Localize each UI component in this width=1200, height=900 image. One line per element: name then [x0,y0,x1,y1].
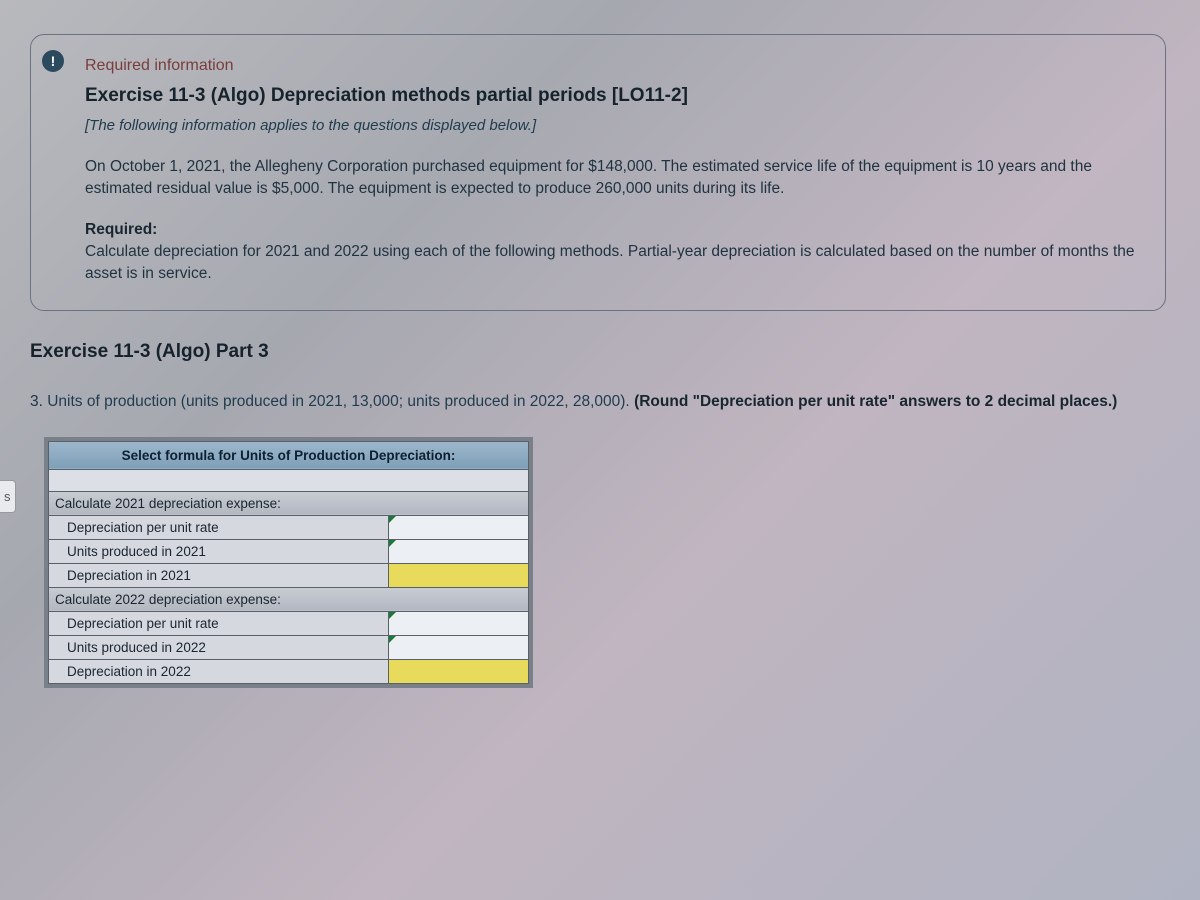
required-label: Required: [85,221,1137,239]
section-2022-header: Calculate 2022 depreciation expense: [49,587,529,611]
instruction-text: [The following information applies to th… [85,117,1137,134]
required-heading: Required information [85,57,1137,75]
problem-body: On October 1, 2021, the Allegheny Corpor… [85,156,1137,201]
input-rate-2022[interactable] [389,611,529,635]
input-units-2021[interactable] [389,539,529,563]
output-dep-2021 [389,563,529,587]
row-label-units-2021: Units produced in 2021 [49,539,389,563]
output-dep-2022 [389,659,529,683]
row-label-rate-2022: Depreciation per unit rate [49,611,389,635]
exercise-title: Exercise 11-3 (Algo) Depreciation method… [85,85,1137,107]
side-tab[interactable]: s [0,480,16,513]
info-icon: ! [42,50,64,72]
input-units-2022[interactable] [389,635,529,659]
answer-table: Select formula for Units of Production D… [44,437,533,688]
formula-input[interactable] [49,469,529,491]
section-2021-header: Calculate 2021 depreciation expense: [49,491,529,515]
row-label-dep-2022: Depreciation in 2022 [49,659,389,683]
required-information-panel: Required information Exercise 11-3 (Algo… [30,34,1166,311]
formula-header: Select formula for Units of Production D… [49,441,529,469]
question-text: 3. Units of production (units produced i… [30,391,1180,413]
round-note: (Round "Depreciation per unit rate" answ… [634,393,1117,410]
row-label-rate-2021: Depreciation per unit rate [49,515,389,539]
required-body: Calculate depreciation for 2021 and 2022… [85,241,1137,286]
question-body: Units of production (units produced in 2… [47,393,634,410]
row-label-dep-2021: Depreciation in 2021 [49,563,389,587]
row-label-units-2022: Units produced in 2022 [49,635,389,659]
part-title: Exercise 11-3 (Algo) Part 3 [30,341,1180,363]
input-rate-2021[interactable] [389,515,529,539]
question-number: 3. [30,393,47,410]
